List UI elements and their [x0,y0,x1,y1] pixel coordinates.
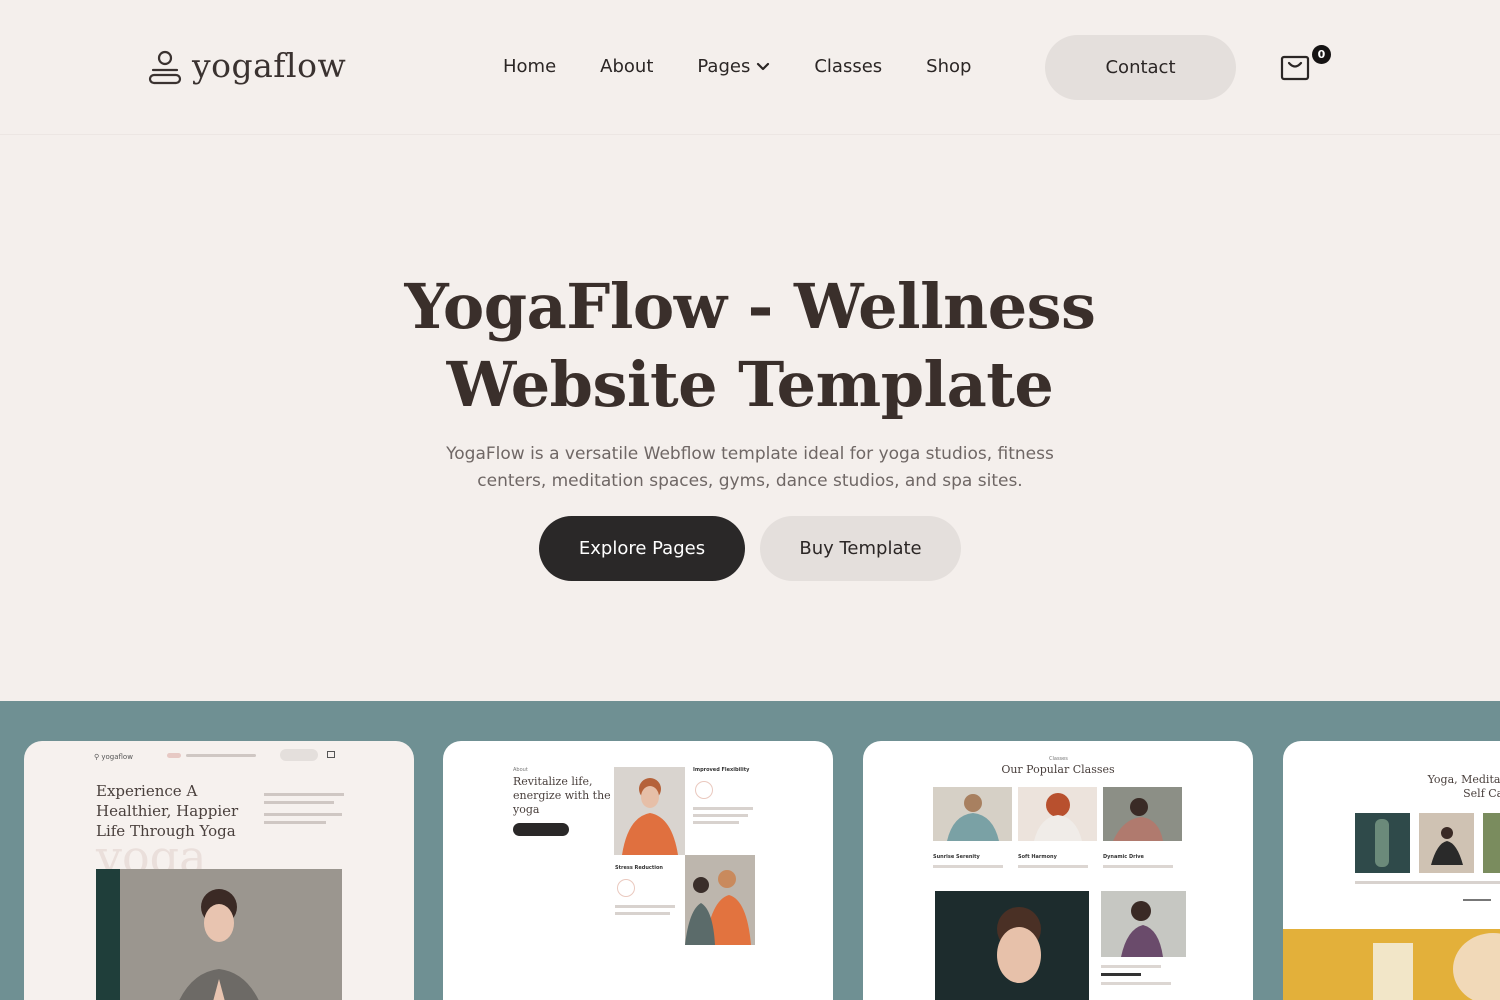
mini-eyebrow: About [513,767,528,773]
nav-pages-label: Pages [697,56,751,77]
hero-title-line1: YogaFlow - Wellness [404,270,1096,343]
hero-subtitle-line2: centers, meditation spaces, gyms, dance … [477,471,1023,491]
mini-text [933,865,1003,868]
mini-eyebrow: Classes [1049,756,1068,762]
cart-count-badge: 0 [1312,45,1331,64]
mini-class1: Sunrise Serenity [933,854,980,860]
mini-heading-line2: Healthier, Happier [96,802,239,820]
class-photo-2 [1018,787,1097,841]
preview-strip: ⚲ yogaflow Experience A Healthier, Happi… [0,701,1500,1000]
preview-card-classes[interactable]: Classes Our Popular Classes Sunrise Sere… [863,741,1253,1000]
side-photo-illustration [1101,891,1186,957]
mini-button [513,823,569,836]
hero-subtitle-line1: YogaFlow is a versatile Webflow template… [446,444,1054,464]
class-photo-1 [933,787,1012,841]
mini-nav-links [186,754,256,757]
mini-about-line2: energize with the [513,789,611,802]
mini-feature2: Stress Reduction [615,865,663,871]
yoga-woman-illustration [96,869,342,1000]
yoga-mat-illustration [1355,813,1410,873]
mini-product-photo [1419,813,1474,873]
mini-shop-line1: Yoga, Meditatio [1427,773,1500,786]
mini-text [615,912,670,915]
preview-card-shop[interactable]: Yoga, Meditatio Self Care [1283,741,1500,1000]
mini-pagination [1463,899,1491,901]
mini-heading-line1: Experience A [96,782,198,800]
mini-shop-line2: Self Care [1463,787,1500,800]
main-nav: Home About Pages Classes Shop [503,56,1015,77]
mini-feature-icon [695,781,713,799]
mini-shop-heading: Yoga, Meditatio Self Care [1425,773,1500,801]
mini-feature-photo [935,891,1089,1000]
mini-photo-meditation [614,767,685,855]
nav-classes[interactable]: Classes [814,56,882,77]
mini-text [1101,973,1141,976]
explore-pages-button[interactable]: Explore Pages [539,516,745,581]
mini-text [693,821,739,824]
mini-photo-stretch [685,855,755,945]
mini-text [693,814,748,817]
contact-button[interactable]: Contact [1045,35,1236,100]
mini-text [264,821,326,824]
mini-side-photo [1101,891,1186,957]
preview-card-home[interactable]: ⚲ yogaflow Experience A Healthier, Happi… [24,741,414,1000]
mini-text [1103,865,1173,868]
mini-text [1101,982,1171,985]
mini-class2: Soft Harmony [1018,854,1057,860]
hero-title: YogaFlow - Wellness Website Template [300,268,1200,424]
preview-card-about[interactable]: About Revitalize life, energize with the… [443,741,833,1000]
banner-illustration [1283,929,1500,1000]
mini-hero-photo [96,869,342,1000]
nav-shop[interactable]: Shop [926,56,971,77]
mini-nav-active [167,753,181,758]
mini-class-photo [1018,787,1097,841]
mini-product-photo [1355,813,1410,873]
logo[interactable]: yogaflow [148,46,347,87]
mini-text [1355,881,1500,884]
hero-subtitle: YogaFlow is a versatile Webflow template… [420,441,1080,495]
class-photo-3 [1103,787,1182,841]
feature-photo-illustration [935,891,1089,1000]
mini-classes-heading: Our Popular Classes [1001,763,1115,776]
nav-about[interactable]: About [600,56,653,77]
site-header: yogaflow Home About Pages Classes Shop C… [0,0,1500,135]
seated-yoga-illustration [1419,813,1474,873]
mini-text [1101,965,1161,968]
mini-text [264,793,344,796]
mini-class-photo [933,787,1012,841]
mini-class3: Dynamic Drive [1103,854,1144,860]
meditation-illustration [614,767,685,855]
stretch-illustration [685,855,755,945]
mini-logo: ⚲ yogaflow [94,753,133,761]
mini-text [693,807,753,810]
mini-text [1018,865,1088,868]
logo-text: yogaflow [192,46,347,85]
buy-template-button[interactable]: Buy Template [760,516,961,581]
mini-feature-icon [617,879,635,897]
mini-about-heading: Revitalize life, energize with the yoga [513,775,611,817]
yoga-person-icon [148,50,182,84]
mini-feature1: Improved Flexibility [693,767,750,773]
mini-contact [280,749,318,761]
mini-class-photo [1103,787,1182,841]
mini-text [264,813,342,816]
mini-banner-photo [1283,929,1500,1000]
mini-text [264,801,334,804]
mini-product-photo [1483,813,1500,873]
cart-icon[interactable] [1280,53,1310,81]
nav-pages[interactable]: Pages [697,56,770,77]
mini-about-line1: Revitalize life, [513,775,593,788]
nav-home[interactable]: Home [503,56,556,77]
chevron-down-icon [757,62,770,70]
hero-title-line2: Website Template [446,348,1054,421]
mini-cart-icon [327,751,335,758]
mini-about-line3: yoga [513,803,540,816]
mini-text [615,905,675,908]
